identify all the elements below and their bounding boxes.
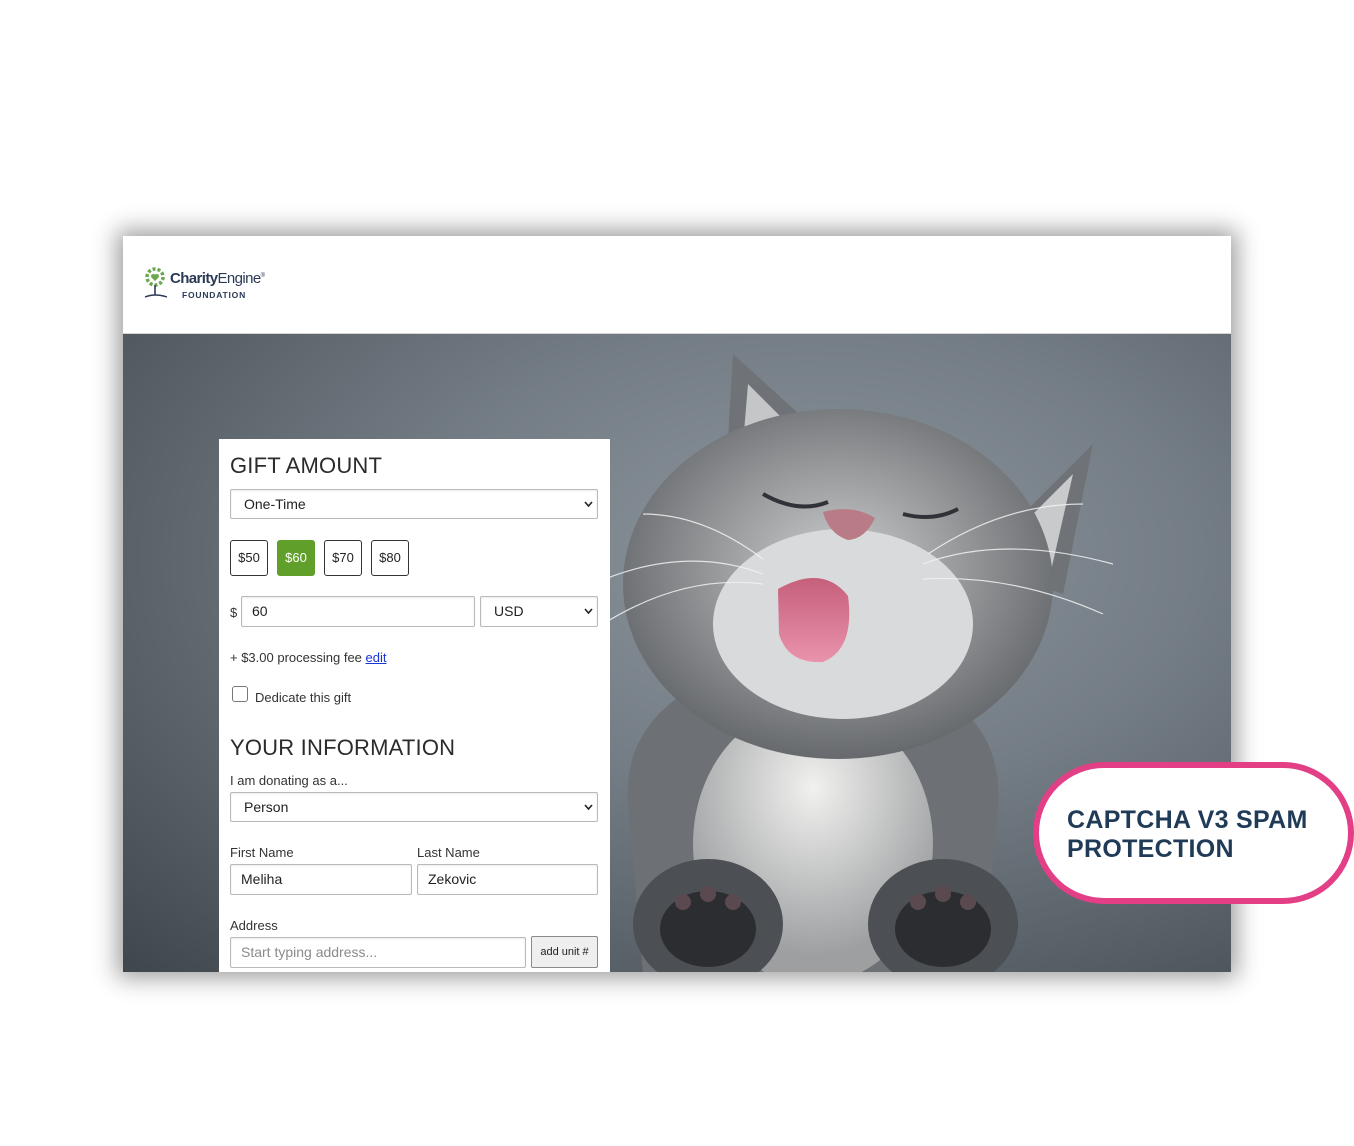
gift-amount-heading: GIFT AMOUNT (230, 453, 383, 478)
currency-symbol: $ (230, 605, 238, 620)
amount-button-50[interactable]: $50 (230, 540, 268, 576)
amount-button-60[interactable]: $60 (277, 540, 315, 576)
currency-value: USD (494, 603, 524, 619)
donor-type-select[interactable]: Person (230, 792, 598, 822)
amount-button-70[interactable]: $70 (324, 540, 362, 576)
processing-fee-text: + $3.00 processing fee (230, 650, 362, 665)
charityengine-logo[interactable]: CharityEngine® FOUNDATION (143, 266, 283, 302)
frequency-value: One-Time (244, 496, 306, 512)
chevron-down-icon (584, 608, 593, 614)
heart-gear-icon (144, 267, 168, 298)
amount-input[interactable]: 60 (241, 596, 475, 627)
address-placeholder: Start typing address... (241, 944, 378, 960)
donating-as-label: I am donating as a... (230, 773, 348, 788)
dedicate-checkbox[interactable] (232, 686, 248, 702)
add-unit-button[interactable]: add unit # (531, 936, 598, 968)
your-information-heading: YOUR INFORMATION (230, 735, 456, 760)
donor-type-value: Person (244, 799, 289, 815)
last-name-value: Zekovic (428, 871, 477, 887)
last-name-label: Last Name (417, 845, 480, 860)
dedicate-label: Dedicate this gift (255, 690, 352, 705)
amount-input-value: 60 (252, 603, 268, 619)
first-name-value: Meliha (241, 871, 283, 887)
address-field[interactable]: Start typing address... (230, 937, 526, 968)
currency-select[interactable]: USD (480, 596, 598, 627)
first-name-label: First Name (230, 845, 294, 860)
logo-foundation: FOUNDATION (182, 290, 247, 300)
amount-button-80[interactable]: $80 (371, 540, 409, 576)
chevron-down-icon (584, 804, 593, 810)
callout-text: CAPTCHA V3 SPAM PROTECTION (1067, 806, 1308, 863)
logo-name: CharityEngine® (170, 270, 265, 287)
frequency-select[interactable]: One-Time (230, 489, 598, 519)
processing-fee: + $3.00 processing fee edit (230, 650, 387, 665)
last-name-field[interactable]: Zekovic (417, 864, 598, 895)
captcha-callout: CAPTCHA V3 SPAM PROTECTION (1033, 762, 1354, 904)
edit-fee-link[interactable]: edit (366, 650, 387, 665)
first-name-field[interactable]: Meliha (230, 864, 412, 895)
address-label: Address (230, 918, 278, 933)
donation-form: GIFT AMOUNT One-Time $50 $60 $70 $80 $ 6… (219, 439, 610, 972)
site-header: CharityEngine® FOUNDATION (123, 236, 1231, 334)
chevron-down-icon (584, 501, 593, 507)
